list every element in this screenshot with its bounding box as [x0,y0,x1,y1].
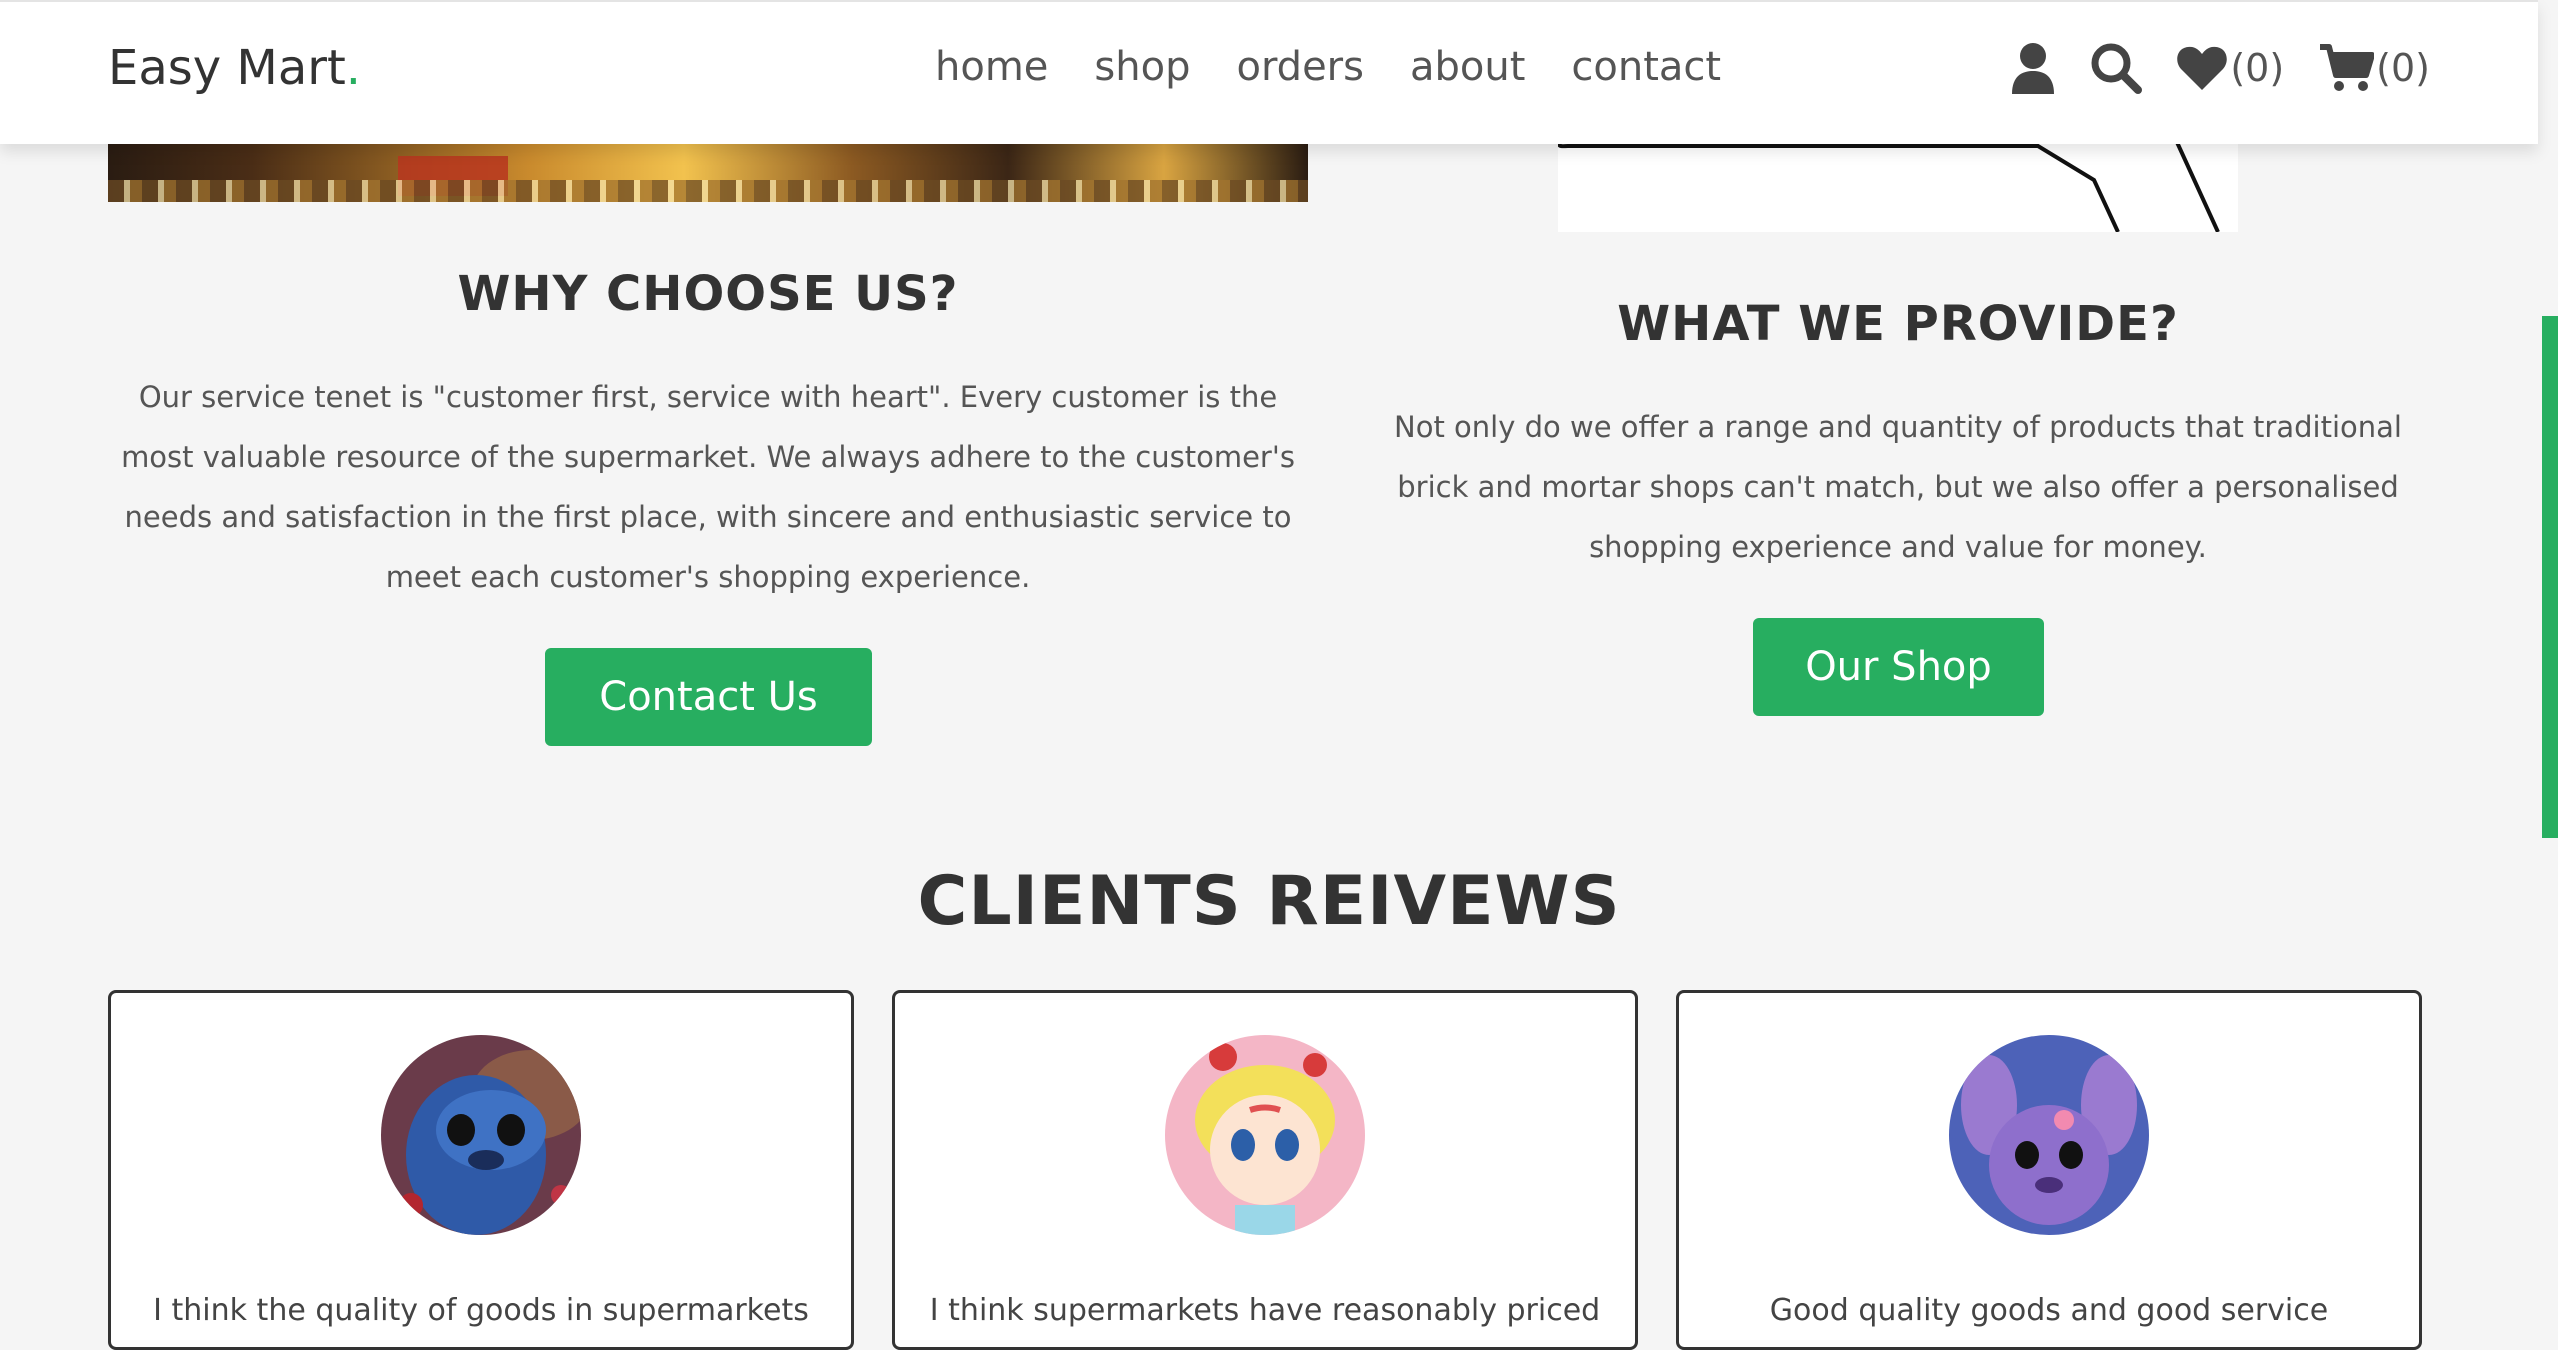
nav-shop[interactable]: shop [1094,44,1190,90]
main-nav: home shop orders about contact [935,44,1721,90]
site-header: Easy Mart. home shop orders about contac… [0,0,2538,144]
nav-orders[interactable]: orders [1236,44,1364,90]
provide-text: Not only do we offer a range and quantit… [1394,410,2402,564]
cart-count: (0) [2376,46,2430,90]
provide-title: WHAT WE PROVIDE? [1617,296,2179,352]
heart-icon [2177,46,2228,90]
review-text: I think the quality of goods in supermar… [153,1293,809,1328]
review-card: I think supermarkets have reasonably pri… [892,990,1638,1350]
avatar [381,1035,581,1235]
logo[interactable]: Easy Mart. [108,40,361,96]
cart-button[interactable]: (0) [2318,43,2430,93]
user-button[interactable] [2010,42,2056,94]
header-icons: (0) (0) [2010,42,2430,94]
review-text: Good quality goods and good service [1769,1293,2329,1328]
nav-about[interactable]: about [1410,44,1525,90]
wishlist-count: (0) [2230,46,2285,90]
user-icon [2012,43,2055,94]
search-button[interactable] [2090,42,2143,94]
why-text: Our service tenet is "customer first, se… [121,380,1295,594]
search-icon [2091,43,2143,94]
cart-icon [2320,44,2375,91]
review-text: I think supermarkets have reasonably pri… [929,1293,1601,1328]
why-title: WHY CHOOSE US? [457,266,959,322]
scrollbar-thumb[interactable] [2542,316,2558,838]
avatar [1949,1035,2149,1235]
nav-contact[interactable]: contact [1571,44,1721,90]
wishlist-button[interactable]: (0) [2176,45,2284,91]
nav-home[interactable]: home [935,44,1048,90]
review-card: Good quality goods and good service [1676,990,2422,1350]
illustration-lines [1558,140,2220,232]
our-shop-button[interactable]: Our Shop [1753,618,2044,716]
contact-us-button[interactable]: Contact Us [545,648,872,746]
produce-shelf [108,180,1308,202]
illustration-image [1558,140,2238,232]
avatar [1165,1035,1365,1235]
reviews-title: CLIENTS REIVEWS [917,862,1621,941]
store-photo [108,140,1308,202]
review-card: I think the quality of goods in supermar… [108,990,854,1350]
